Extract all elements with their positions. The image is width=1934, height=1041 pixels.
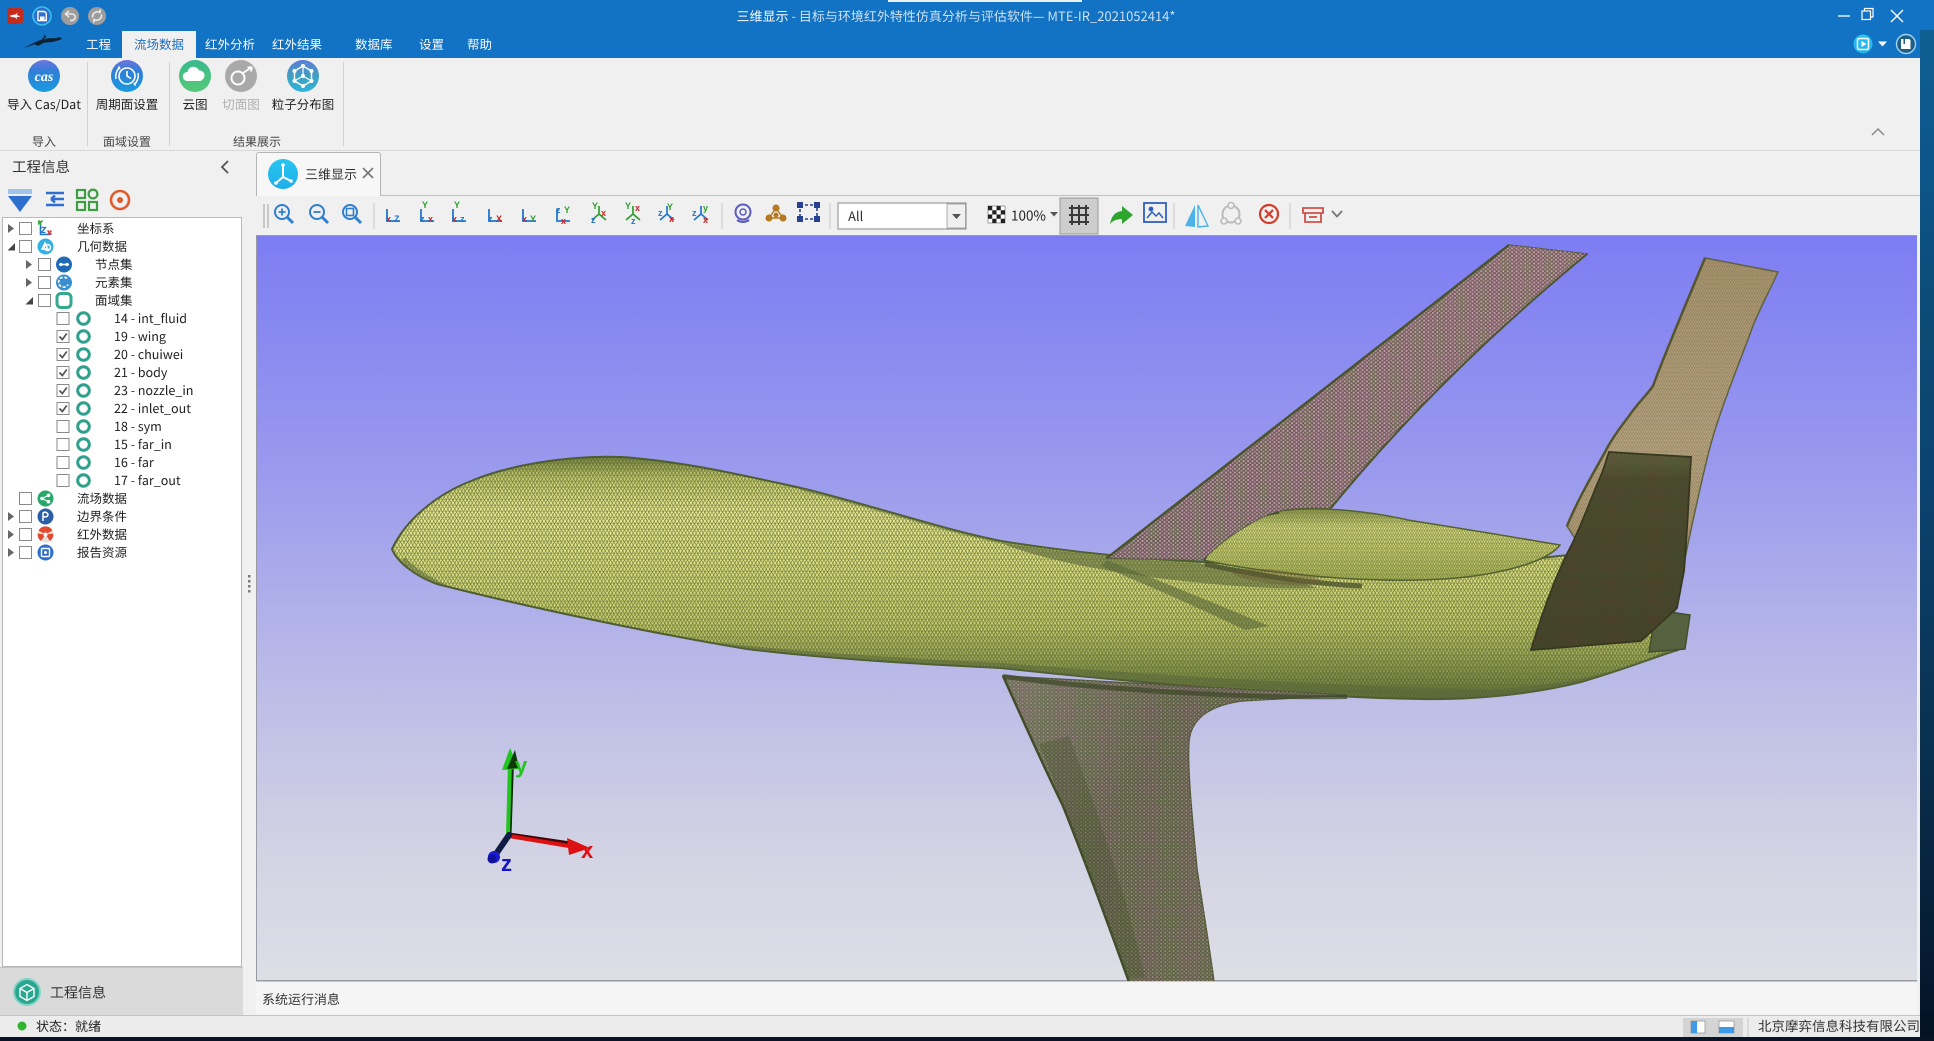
svg-text:z: z [460,214,465,224]
svg-text:Y: Y [592,201,598,211]
svg-text:z: z [658,208,663,218]
svg-text:x: x [601,208,606,218]
svg-text:Y: Y [422,200,428,210]
svg-text:x: x [703,215,708,225]
svg-text:Y: Y [530,214,536,224]
svg-text:x: x [428,214,433,224]
svg-text:x: x [452,214,457,224]
svg-text:Y: Y [454,200,460,210]
svg-text:x: x [669,214,674,224]
svg-text:x: x [561,216,566,226]
svg-text:Y: Y [625,201,631,211]
svg-text:Y: Y [564,205,570,215]
svg-text:z: z [556,205,561,215]
svg-text:Y: Y [667,202,673,212]
svg-text:z: z [591,215,596,225]
svg-text:z: z [420,214,425,224]
svg-text:x: x [635,203,640,213]
svg-text:x: x [386,214,391,224]
svg-text:z: z [631,216,636,226]
svg-text:X: X [496,214,502,224]
svg-text:cas: cas [35,70,54,85]
svg-text:Z: Z [394,214,400,224]
svg-text:x: x [522,214,527,224]
svg-text:z: z [692,208,697,218]
svg-text:z: z [488,214,493,224]
svg-text:y: y [703,203,708,213]
